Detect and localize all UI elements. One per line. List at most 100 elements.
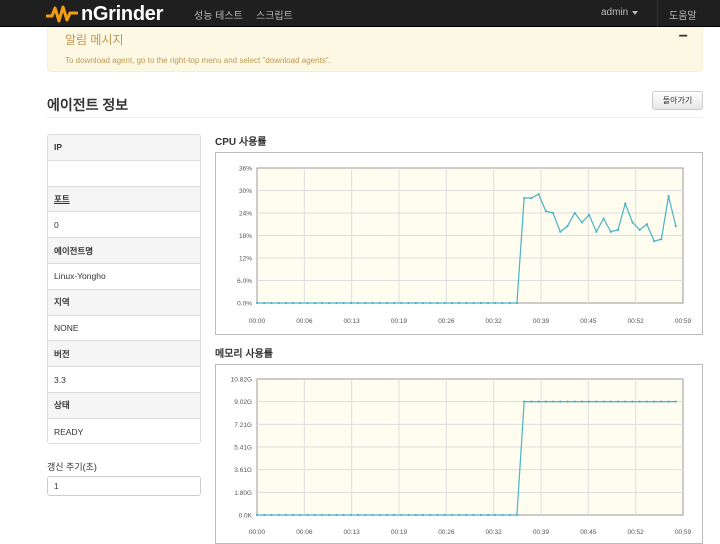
data-point [486, 513, 490, 517]
x-tick-label: 00:26 [438, 318, 455, 325]
data-point [537, 193, 540, 196]
info-label-region: 지역 [48, 289, 200, 316]
data-point [465, 513, 468, 517]
data-point [486, 301, 490, 305]
data-point [523, 400, 526, 403]
data-point [602, 400, 605, 403]
data-point [335, 513, 338, 517]
info-value-agent-name: Linux-Yongho [48, 263, 200, 290]
data-point [349, 301, 352, 305]
y-tick-label: 12% [239, 256, 252, 263]
user-menu[interactable]: admin [601, 7, 639, 18]
x-tick-label: 00:39 [533, 529, 550, 536]
info-value-region: NONE [48, 315, 200, 342]
data-point [501, 301, 504, 305]
data-point [616, 228, 620, 231]
y-tick-label: 1.80G [234, 490, 252, 497]
x-tick-label: 00:32 [486, 318, 503, 325]
alert-title: 알림 메시지 [65, 33, 124, 47]
data-point [530, 400, 533, 403]
data-point [566, 225, 569, 228]
data-point [421, 301, 425, 305]
data-point [270, 513, 273, 517]
data-point [645, 223, 648, 226]
x-tick-label: 00:06 [296, 318, 313, 325]
data-point [494, 513, 497, 517]
user-name: admin [601, 7, 629, 18]
x-tick-label: 00:59 [675, 529, 692, 536]
data-point [328, 513, 331, 517]
data-point [443, 513, 446, 517]
chevron-down-icon [632, 10, 639, 15]
data-point [299, 513, 302, 517]
wave-logo-icon [46, 5, 78, 23]
data-point [653, 240, 656, 243]
data-point [349, 513, 352, 517]
data-point [580, 400, 584, 403]
agent-info-table: IP 포트 0 에이전트명 Linux-Yongho 지역 NONE 버전 3.… [47, 134, 201, 444]
data-point [472, 301, 475, 305]
data-point [292, 513, 295, 517]
data-point [400, 301, 403, 305]
cpu-chart-title: CPU 사용률 [215, 137, 267, 148]
data-point [342, 513, 345, 517]
data-point [356, 301, 360, 305]
y-tick-label: 18% [239, 233, 252, 240]
data-point [674, 400, 677, 403]
data-point [479, 301, 482, 305]
logo[interactable]: nGrinder [46, 2, 163, 26]
data-point [342, 301, 345, 305]
data-point [429, 301, 432, 305]
data-point [371, 301, 374, 305]
data-point [501, 513, 504, 517]
logo-text: nGrinder [81, 2, 164, 25]
y-tick-label: 36% [239, 166, 252, 173]
data-point [515, 513, 519, 517]
data-point [667, 195, 670, 198]
data-point [306, 301, 309, 305]
data-point [385, 513, 389, 517]
memory-chart-svg: 0.0K 1.80G 3.61G 5.41G 7.21G 9.02G 10.82G 00:00… [231, 377, 692, 537]
data-point [566, 400, 569, 403]
data-point [414, 513, 417, 517]
nav-script[interactable]: 스크립트 [256, 7, 293, 22]
x-tick-label: 00:19 [391, 529, 408, 536]
data-point [277, 513, 280, 517]
x-tick-label: 00:00 [249, 529, 266, 536]
alert-collapse-button[interactable]: − [679, 28, 688, 46]
info-label-agent-name: 에이전트명 [48, 238, 200, 264]
x-tick-label: 00:39 [533, 318, 550, 325]
y-tick-label: 0.0% [237, 301, 252, 308]
data-point [364, 301, 367, 305]
data-point [609, 400, 612, 403]
alert-message: To download agent, go to the right-top m… [65, 56, 331, 65]
y-tick-label: 9.02G [234, 399, 252, 406]
data-point [356, 513, 360, 517]
data-point [320, 513, 324, 517]
data-point [573, 211, 576, 215]
x-tick-label: 00:13 [344, 318, 361, 325]
data-point [263, 301, 266, 305]
data-point [551, 211, 555, 215]
data-point [255, 301, 259, 305]
data-point [616, 400, 620, 403]
data-point [284, 301, 287, 305]
nav-help[interactable]: 도움말 [669, 7, 697, 22]
back-button[interactable]: 돌아가기 [652, 91, 703, 110]
data-point [443, 301, 446, 305]
data-point [313, 513, 316, 517]
cpu-chart-svg: 0.0% 6.0% 12% 18% 24% 30% 36% 00:00 00:06 00:13 00… [237, 166, 691, 326]
refresh-interval-input[interactable] [47, 476, 201, 496]
y-tick-label: 7.21G [234, 422, 252, 429]
data-point [364, 513, 367, 517]
x-tick-label: 00:45 [580, 318, 597, 325]
nav-performance-test[interactable]: 성능 테스트 [194, 7, 243, 22]
data-point [515, 301, 519, 305]
data-point [371, 513, 374, 517]
x-tick-label: 00:26 [438, 529, 455, 536]
y-tick-label: 3.61G [234, 467, 252, 474]
y-tick-label: 30% [239, 188, 252, 195]
data-point [638, 228, 641, 231]
refresh-interval-label: 갱신 주기(초) [47, 462, 97, 472]
x-tick-label: 00:52 [628, 318, 645, 325]
